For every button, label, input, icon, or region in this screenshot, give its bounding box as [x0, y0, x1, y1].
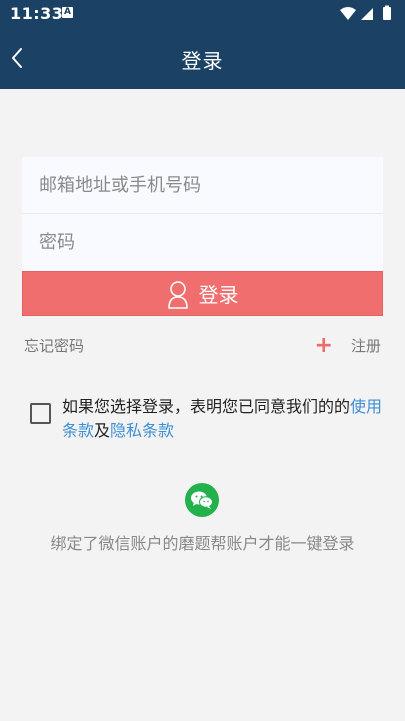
signal-wifi-battery-icons	[340, 5, 391, 20]
register-label: 注册	[350, 337, 381, 355]
login-form	[22, 157, 383, 271]
status-time: 11:33	[10, 4, 64, 23]
login-button[interactable]: 登录	[22, 271, 383, 316]
agreement-conjunction: 及	[94, 421, 111, 440]
plus-icon: +	[314, 332, 333, 358]
status-bar: 11:33 A	[0, 0, 405, 27]
notification-a-icon: A	[62, 7, 73, 18]
wechat-icon	[191, 491, 213, 509]
status-icons	[339, 5, 397, 21]
agreement-prefix: 如果您选择登录，表明您已同意我们的的	[62, 397, 351, 416]
register-link[interactable]: + 注册	[314, 332, 381, 358]
password-input[interactable]	[22, 214, 383, 271]
signal-icon	[361, 8, 373, 20]
battery-icon	[383, 7, 391, 20]
wifi-icon	[340, 7, 356, 20]
login-button-label: 登录	[198, 283, 239, 307]
agreement-text: 如果您选择登录，表明您已同意我们的的使用条款及隐私条款	[62, 395, 384, 443]
agreement-checkbox[interactable]	[30, 403, 51, 424]
nav-bar: 登录	[0, 27, 405, 89]
page-title: 登录	[181, 49, 224, 73]
privacy-policy-link[interactable]: 隐私条款	[110, 421, 174, 440]
email-phone-input[interactable]	[22, 157, 383, 214]
wechat-login-icon[interactable]	[185, 483, 219, 517]
wechat-binding-note: 绑定了微信账户的磨题帮账户才能一键登录	[50, 534, 355, 553]
user-icon	[167, 280, 188, 309]
forgot-password-link[interactable]: 忘记密码	[24, 335, 84, 356]
